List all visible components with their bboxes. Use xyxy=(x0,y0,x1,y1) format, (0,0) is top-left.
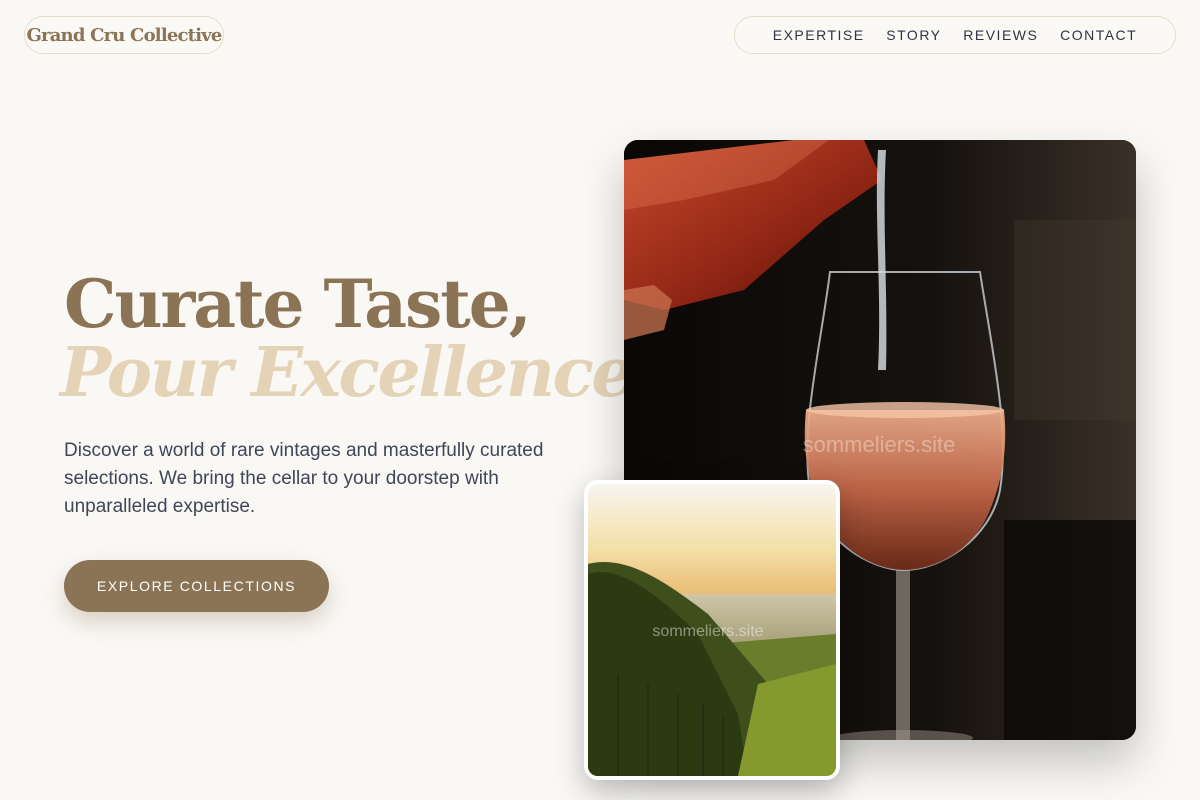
hero-headline-line2: Pour Excellence. xyxy=(60,333,656,413)
vineyard-photo: sommeliers.site xyxy=(584,480,840,780)
nav-item-story[interactable]: STORY xyxy=(886,27,941,43)
explore-collections-button[interactable]: EXPLORE COLLECTIONS xyxy=(64,560,329,612)
main-photo-watermark: sommeliers.site xyxy=(803,432,956,457)
brand-logo[interactable]: Grand Cru Collective xyxy=(24,16,224,54)
main-nav: EXPERTISE STORY REVIEWS CONTACT xyxy=(734,16,1176,54)
hero-headline-line1: Curate Taste, xyxy=(64,265,532,343)
inset-photo-watermark: sommeliers.site xyxy=(652,623,763,640)
vineyard-illustration: sommeliers.site xyxy=(588,484,836,776)
nav-item-reviews[interactable]: REVIEWS xyxy=(963,27,1038,43)
nav-item-expertise[interactable]: EXPERTISE xyxy=(773,27,865,43)
nav-item-contact[interactable]: CONTACT xyxy=(1060,27,1137,43)
hero-description: Discover a world of rare vintages and ma… xyxy=(64,440,544,517)
brand-name: Grand Cru Collective xyxy=(26,24,222,46)
